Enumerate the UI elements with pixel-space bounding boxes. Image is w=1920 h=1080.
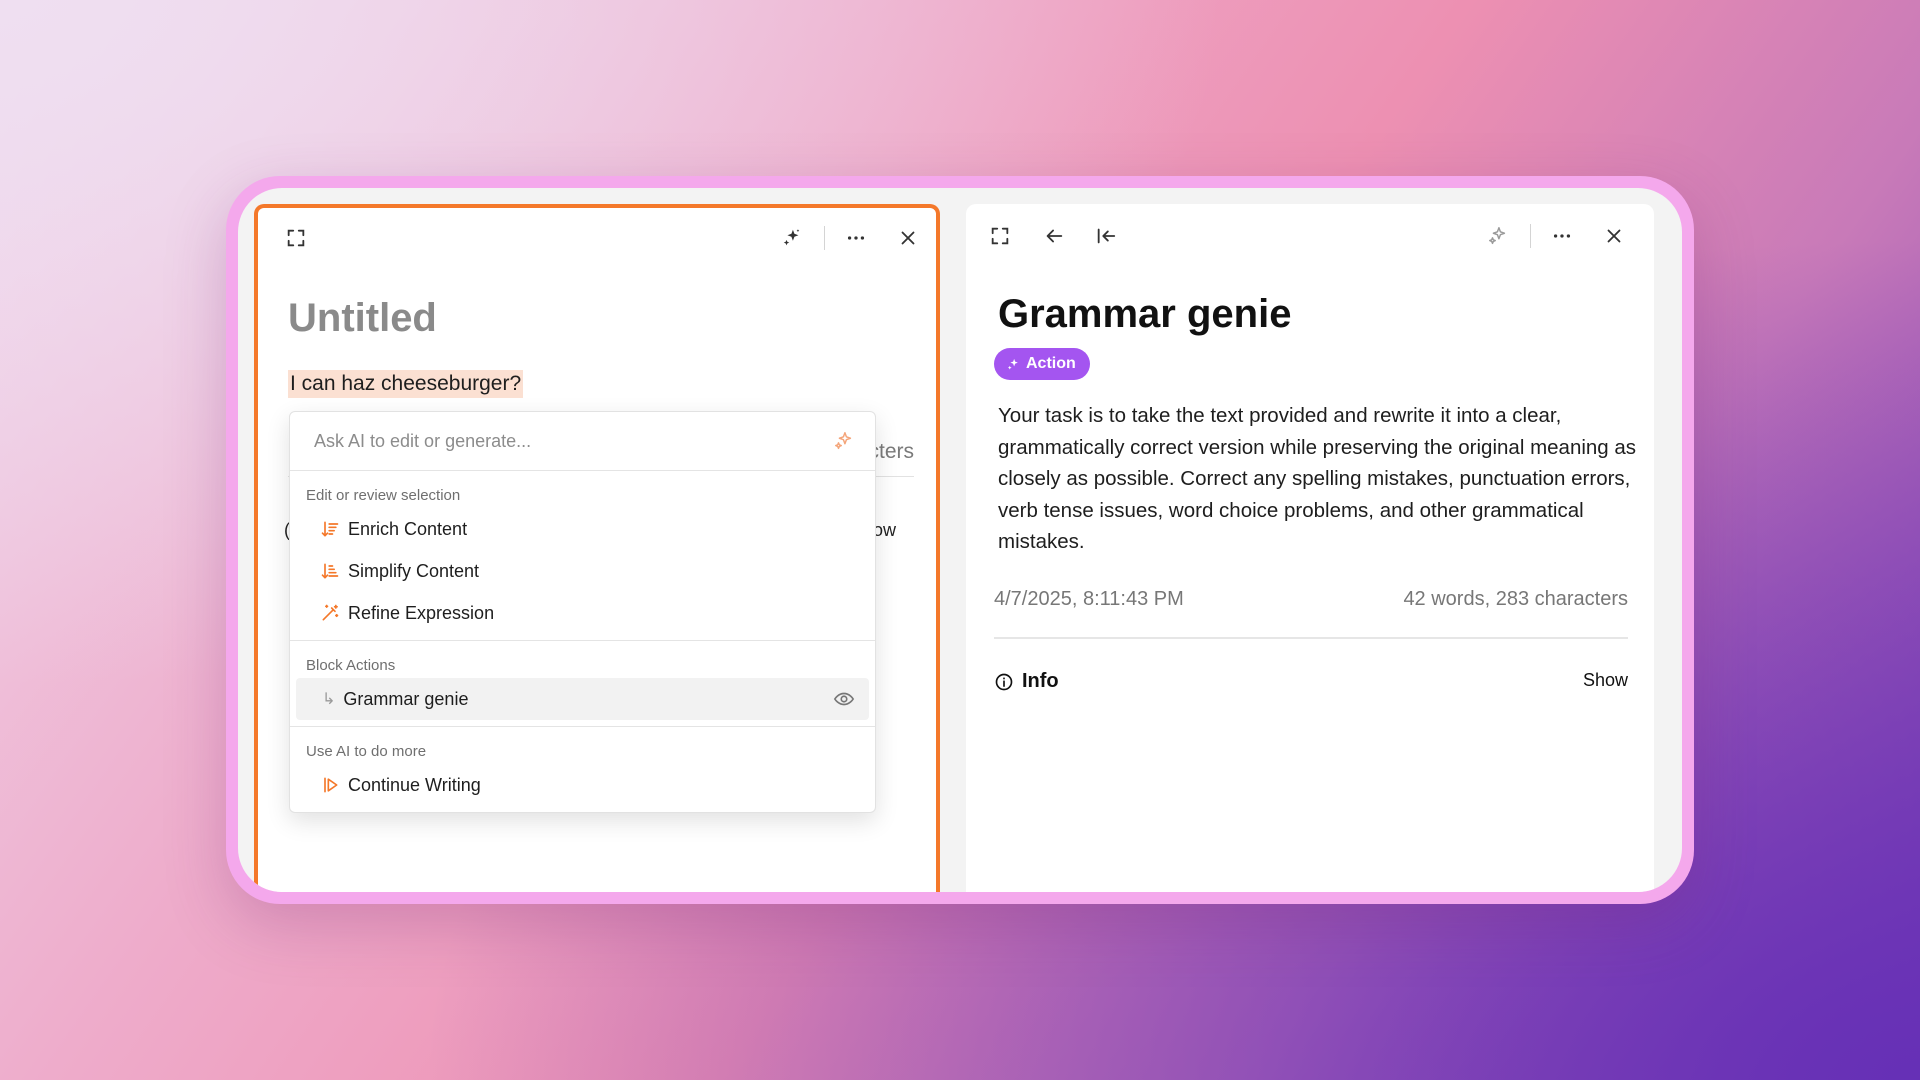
back-arrow-icon[interactable] <box>1038 220 1070 252</box>
menu-item-label: Refine Expression <box>348 602 495 623</box>
badge-label: Action <box>1026 355 1076 372</box>
ai-prompt-input[interactable] <box>312 429 833 453</box>
timestamp: 4/7/2025, 8:11:43 PM <box>994 588 1184 610</box>
close-icon[interactable] <box>892 222 924 254</box>
enrich-icon <box>320 519 340 539</box>
toolbar-divider <box>1530 224 1531 248</box>
ai-command-menu: Edit or review selection Enrich Content … <box>289 411 876 813</box>
magic-wand-icon <box>320 603 340 623</box>
menu-item-label: Grammar genie <box>343 688 469 709</box>
info-label: Info <box>1022 670 1059 692</box>
info-heading: Info <box>994 670 1059 693</box>
app-frame: Untitled I can haz cheeseburger? ( cters… <box>226 176 1694 904</box>
sparkle-icon <box>1007 358 1018 369</box>
collapse-to-start-icon[interactable] <box>1090 220 1122 252</box>
menu-item-enrich-content[interactable]: Enrich Content <box>296 508 869 550</box>
ai-input-row <box>290 412 875 471</box>
action-badge: Action <box>994 348 1090 380</box>
obscured-show-button: ow <box>872 520 896 540</box>
show-button[interactable]: Show <box>1583 670 1628 691</box>
menu-item-simplify-content[interactable]: Simplify Content <box>296 550 869 592</box>
menu-item-continue-writing[interactable]: Continue Writing <box>296 764 869 806</box>
section-label: Use AI to do more <box>306 743 427 760</box>
menu-section-block-actions: Block Actions ↳ Grammar genie <box>290 641 875 727</box>
menu-item-label: Simplify Content <box>348 560 480 581</box>
word-count: 42 words, 283 characters <box>1403 588 1628 610</box>
close-icon[interactable] <box>1598 220 1630 252</box>
more-icon[interactable] <box>1546 220 1578 252</box>
more-icon[interactable] <box>840 222 872 254</box>
app-window: Untitled I can haz cheeseburger? ( cters… <box>238 188 1682 892</box>
toolbar-divider <box>824 226 825 250</box>
eye-icon[interactable] <box>833 688 855 710</box>
detail-description: Your task is to take the text provided a… <box>998 404 1637 553</box>
menu-section-edit: Edit or review selection Enrich Content … <box>290 471 875 641</box>
menu-item-label: Continue Writing <box>348 774 481 795</box>
selected-text[interactable]: I can haz cheeseburger? <box>288 370 524 398</box>
return-arrow-icon: ↳ <box>322 691 336 708</box>
detail-title: Grammar genie <box>998 292 1292 336</box>
page-title[interactable]: Untitled <box>288 296 437 341</box>
section-label: Block Actions <box>306 657 396 674</box>
continue-icon <box>320 775 340 795</box>
simplify-icon <box>320 561 340 581</box>
expand-icon[interactable] <box>280 222 312 254</box>
ai-sparkle-icon[interactable] <box>776 222 808 254</box>
ai-sparkle-icon[interactable] <box>1482 220 1514 252</box>
menu-item-grammar-genie[interactable]: ↳ Grammar genie <box>296 678 869 720</box>
divider <box>994 637 1628 639</box>
menu-section-more: Use AI to do more Continue Writing <box>290 727 875 812</box>
detail-pane: Grammar genie Action Your task is to tak… <box>966 204 1654 892</box>
expand-icon[interactable] <box>984 220 1016 252</box>
section-label: Edit or review selection <box>306 487 461 504</box>
menu-item-label: Enrich Content <box>348 518 468 539</box>
info-icon <box>995 673 1013 690</box>
editor-pane[interactable]: Untitled I can haz cheeseburger? ( cters… <box>254 204 940 892</box>
menu-item-refine-expression[interactable]: Refine Expression <box>296 592 869 634</box>
ai-sparkle-icon[interactable] <box>833 430 855 452</box>
